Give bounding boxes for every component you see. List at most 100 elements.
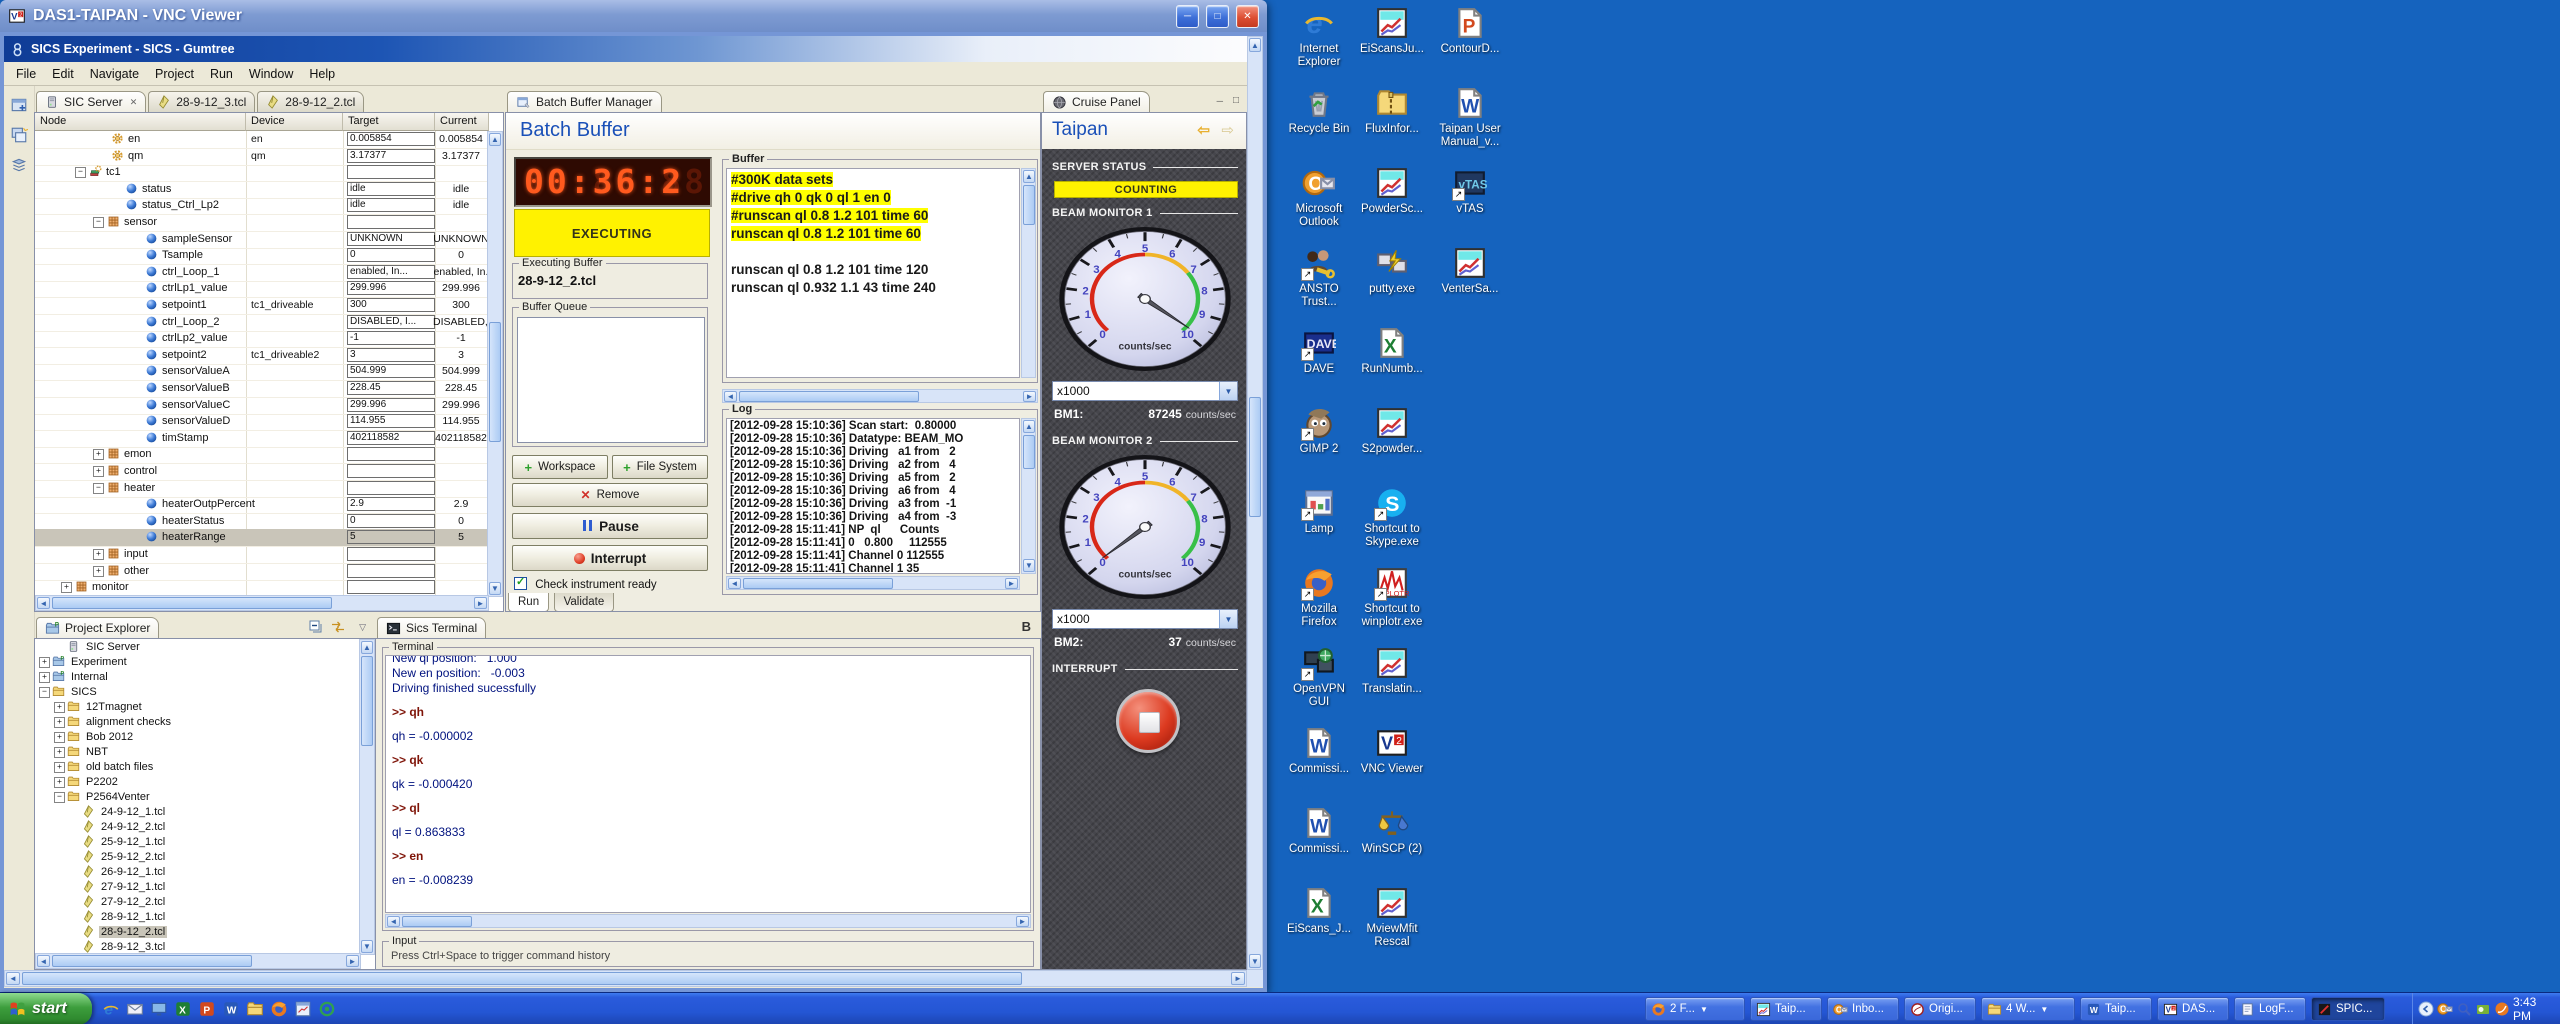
forward-icon[interactable]: ⇨ xyxy=(1221,121,1234,139)
desktop-icon-eiscansju-[interactable]: EiScansJu... xyxy=(1356,6,1428,56)
checkbox-checked-icon[interactable] xyxy=(514,577,527,590)
vnc-vscrollbar[interactable]: ▲ ▼ xyxy=(1247,36,1263,970)
tree-row[interactable]: −tc1 xyxy=(35,164,489,182)
target-cell[interactable]: -1 xyxy=(347,331,435,345)
desktop-icon-mviewmfit-rescal[interactable]: MviewMfit Rescal xyxy=(1356,886,1428,949)
target-cell[interactable]: 3.17377 xyxy=(347,149,435,163)
tab-sic-server[interactable]: SIC Server✕ xyxy=(36,91,146,112)
tree-row[interactable]: ctrlLp2_value-1-1 xyxy=(35,330,489,348)
tab-project-explorer[interactable]: P Project Explorer xyxy=(36,617,159,638)
tree-row[interactable]: ctrl_Loop_1enabled, In...enabled, In. xyxy=(35,264,489,282)
collapse-icon[interactable]: − xyxy=(54,792,65,803)
desktop-icon-powdersc-[interactable]: PowderSc... xyxy=(1356,166,1428,216)
tab-batch-buffer-manager[interactable]: Batch Buffer Manager xyxy=(507,91,662,112)
desktop-icon-ansto-trust-[interactable]: ↗ANSTO Trust... xyxy=(1283,246,1355,309)
target-cell[interactable]: enabled, In... xyxy=(347,265,435,279)
quicklaunch-firefox-icon[interactable] xyxy=(270,1000,288,1018)
target-cell[interactable]: 504.999 xyxy=(347,364,435,378)
desktop-icon-winscp-2-[interactable]: WinSCP (2) xyxy=(1356,806,1428,856)
target-cell[interactable] xyxy=(347,547,435,561)
project-item[interactable]: +Bob 2012 xyxy=(35,730,361,745)
target-cell[interactable]: 299.996 xyxy=(347,398,435,412)
tree-row[interactable]: +other xyxy=(35,563,489,581)
desktop-icon-ventersa-[interactable]: VenterSa... xyxy=(1434,246,1506,296)
quicklaunch-mail-icon[interactable] xyxy=(126,1000,144,1018)
pause-button[interactable]: Pause xyxy=(512,513,708,539)
maximize-button[interactable]: □ xyxy=(1206,5,1229,28)
desktop-icon-fluxinfor-[interactable]: FluxInfor... xyxy=(1356,86,1428,136)
tree-row[interactable]: Tsample00 xyxy=(35,247,489,265)
task-button-das-[interactable]: V2DAS... xyxy=(2157,997,2229,1021)
expand-icon[interactable]: + xyxy=(39,657,50,668)
quicklaunch-app-icon[interactable] xyxy=(294,1000,312,1018)
desktop-icon-s2powder-[interactable]: S2powder... xyxy=(1356,406,1428,456)
quicklaunch-ie-icon[interactable]: e xyxy=(102,1000,120,1018)
target-cell[interactable] xyxy=(347,481,435,495)
target-cell[interactable]: 402118582 xyxy=(347,431,435,445)
tree-row[interactable]: timStamp402118582402118582 xyxy=(35,430,489,448)
terminal-hscrollbar[interactable]: ◄ ► xyxy=(385,914,1031,928)
tree-row[interactable]: +input xyxy=(35,546,489,564)
minimize-button[interactable]: ─ xyxy=(1176,5,1199,28)
expand-icon[interactable]: + xyxy=(54,702,65,713)
project-item[interactable]: +PInternal xyxy=(35,670,361,685)
interrupt-stop-button[interactable] xyxy=(1116,689,1180,753)
tree-row[interactable]: ctrl_Loop_2DISABLED, I...DISABLED, I. xyxy=(35,314,489,332)
expand-icon[interactable]: + xyxy=(93,566,104,577)
back-icon[interactable]: ⇦ xyxy=(1197,121,1210,139)
expand-icon[interactable]: + xyxy=(54,747,65,758)
quicklaunch-ppt-icon[interactable]: P xyxy=(198,1000,216,1018)
desktop-icon-shortcut-to-winplotr-exe[interactable]: PLOTR↗Shortcut to winplotr.exe xyxy=(1356,566,1428,629)
target-cell[interactable]: 2.9 xyxy=(347,497,435,511)
desktop-icon-runnumb-[interactable]: XRunNumb... xyxy=(1356,326,1428,376)
tree-row[interactable]: heaterOutpPercent2.92.9 xyxy=(35,496,489,514)
target-cell[interactable] xyxy=(347,215,435,229)
target-cell[interactable]: idle xyxy=(347,198,435,212)
tab-28-9-12-2-tcl[interactable]: 28-9-12_2.tcl xyxy=(257,91,364,112)
desktop-icon-recycle-bin[interactable]: Recycle Bin xyxy=(1283,86,1355,136)
task-button-origi-[interactable]: Origi... xyxy=(1904,997,1976,1021)
tray-chevron-icon[interactable] xyxy=(2418,1001,2434,1017)
tree-row[interactable]: −sensor xyxy=(35,214,489,232)
target-cell[interactable]: 3 xyxy=(347,348,435,362)
project-item[interactable]: +alignment checks xyxy=(35,715,361,730)
project-item[interactable]: +12Tmagnet xyxy=(35,700,361,715)
target-cell[interactable]: DISABLED, I... xyxy=(347,315,435,329)
desktop-icon-translatin-[interactable]: Translatin... xyxy=(1356,646,1428,696)
project-hscrollbar[interactable]: ◄ ► xyxy=(35,953,361,969)
check-instrument-ready[interactable]: Check instrument ready xyxy=(514,577,657,591)
collapse-icon[interactable]: − xyxy=(93,217,104,228)
project-item[interactable]: +PExperiment xyxy=(35,655,361,670)
tree-row[interactable]: sensorValueA504.999504.999 xyxy=(35,363,489,381)
project-item[interactable]: +NBT xyxy=(35,745,361,760)
menu-navigate[interactable]: Navigate xyxy=(82,65,147,83)
target-cell[interactable] xyxy=(347,165,435,179)
target-cell[interactable]: 0 xyxy=(347,248,435,262)
column-header-current[interactable]: Current xyxy=(435,113,489,131)
toolbar-fs1-icon[interactable] xyxy=(10,96,28,114)
project-item[interactable]: −SICS xyxy=(35,685,361,700)
desktop-icon-microsoft-outlook[interactable]: OMicrosoft Outlook xyxy=(1283,166,1355,229)
vnc-titlebar[interactable]: V2 DAS1-TAIPAN - VNC Viewer ─ □ ✕ xyxy=(0,0,1267,32)
target-cell[interactable]: 228.45 xyxy=(347,381,435,395)
collapse-icon[interactable]: − xyxy=(75,167,86,178)
project-item[interactable]: 25-9-12_2.tcl xyxy=(35,850,361,865)
log-hscrollbar[interactable]: ◄ ► xyxy=(726,576,1020,590)
project-item[interactable]: +P2202 xyxy=(35,775,361,790)
desktop-icon-vtas[interactable]: vTAS↗vTAS xyxy=(1434,166,1506,216)
buffer-scrollbar[interactable]: ▲ xyxy=(1021,168,1036,378)
link-with-editor-icon[interactable] xyxy=(330,619,346,640)
bm1-multiplier-select[interactable]: x1000▼ xyxy=(1052,381,1238,401)
expand-icon[interactable]: + xyxy=(54,717,65,728)
menu-edit[interactable]: Edit xyxy=(44,65,82,83)
tree-row[interactable]: heaterRange55 xyxy=(35,529,489,547)
project-item[interactable]: 24-9-12_1.tcl xyxy=(35,805,361,820)
task-button-taip-[interactable]: WTaip... xyxy=(2080,997,2152,1021)
project-item[interactable]: 28-9-12_2.tcl xyxy=(35,925,361,940)
quicklaunch-msn-icon[interactable] xyxy=(318,1000,336,1018)
target-cell[interactable]: 299.996 xyxy=(347,281,435,295)
target-cell[interactable]: 300 xyxy=(347,298,435,312)
expand-icon[interactable]: + xyxy=(54,762,65,773)
project-item[interactable]: 27-9-12_1.tcl xyxy=(35,880,361,895)
chevron-down-icon[interactable]: ▼ xyxy=(1219,382,1237,400)
